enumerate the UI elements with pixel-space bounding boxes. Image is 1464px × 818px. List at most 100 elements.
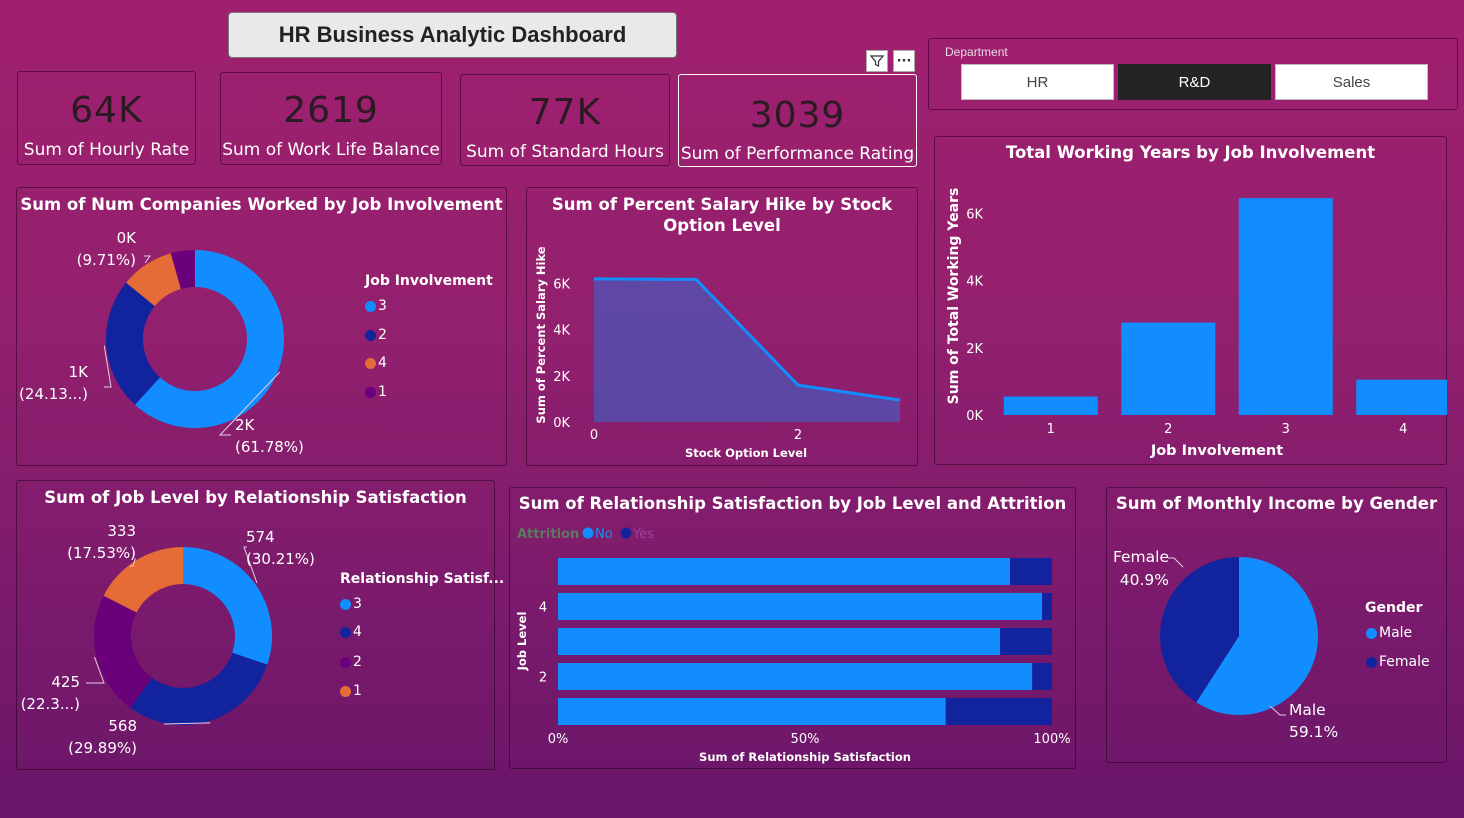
x-tick-label: 4 [1399,422,1407,437]
legend-label: 2 [378,327,387,343]
y-axis-label: Sum of Percent Salary Hike [534,246,548,423]
bar-chart-working-years: 0K 2K 4K 6K 1 2 3 4 Job Involvement Sum of Total … [946,188,1447,459]
kpi-card-work-life-balance[interactable]: 2619 Sum of Work Life Balance [220,72,442,165]
y-tick-label: 2K [966,342,983,357]
y-tick-label: 4K [966,275,983,290]
donut-chart-job-involvement: 2K (61.78%) 1K (24.13...) 0K (9.71%) [19,229,304,456]
legend-item[interactable]: 2 [365,327,387,343]
kpi-card-performance-rating[interactable]: 3039 Sum of Performance Rating [678,74,917,167]
data-label-pct: (9.71%) [77,251,136,269]
y-tick-label: 0K [553,416,570,431]
x-tick-label: 0 [590,428,598,443]
x-tick-label: 1 [1047,422,1055,437]
y-axis-label: Sum of Total Working Years [946,188,962,405]
filter-icon[interactable] [866,50,888,72]
kpi-label: Sum of Performance Rating [680,144,915,164]
data-label: 1K [69,363,90,381]
x-tick-label: 3 [1282,422,1290,437]
dashboard-title: HR Business Analytic Dashboard [228,12,677,58]
legend-label: 1 [353,683,362,699]
bar-3 [1238,198,1333,415]
y-tick-label: 6K [966,207,983,222]
slicer-option-rnd[interactable]: R&D [1118,64,1271,100]
legend-item[interactable]: 2 [340,654,362,670]
legend-dot-yes [620,527,632,539]
bar-yes-level-3 [1000,628,1052,655]
y-tick-label: 2 [539,671,547,686]
legend-label: Male [1379,625,1413,641]
data-label-pct: 59.1% [1289,723,1338,741]
legend-label: Female [1379,654,1430,670]
legend-item[interactable]: 3 [340,596,362,612]
kpi-label: Sum of Work Life Balance [222,140,440,160]
bar-yes-level-5 [1010,558,1052,585]
legend-label: 2 [353,654,362,670]
legend-label-yes: Yes [632,527,654,542]
legend-item[interactable]: 1 [365,384,387,400]
y-tick-label: 4K [553,324,570,339]
more-options-icon[interactable]: ··· [893,50,915,72]
donut-chart-relationship: 574 (30.21%) 568 (29.89%) 425 (22.3...) 333 (17… [21,522,315,757]
data-label: 568 [108,717,137,735]
legend-item[interactable]: 4 [365,355,387,371]
bar-1 [1003,396,1098,415]
area-fill [594,278,900,422]
legend-title: Relationship Satisf... [340,571,505,587]
leader-line [1168,557,1184,568]
legend-label: 3 [378,298,387,314]
legend-dot-no [582,527,594,539]
y-tick-label: 2K [553,370,570,385]
legend-item[interactable]: Female [1366,654,1430,670]
kpi-value: 64K [70,90,143,131]
x-tick-label: 0% [548,732,569,747]
data-label-pct: (24.13...) [19,385,88,403]
kpi-card-standard-hours[interactable]: 77K Sum of Standard Hours [460,74,670,166]
bar-no-level-3 [558,628,1001,655]
legend-title: Job Involvement [365,273,493,289]
slicer-option-hr[interactable]: HR [961,64,1114,100]
legend-label: 3 [353,596,362,612]
bar-yes-level-2 [1032,663,1052,690]
legend-item[interactable]: 4 [340,624,362,640]
bar-no-level-1 [558,698,946,725]
bar-2 [1121,322,1216,415]
data-label-pct: (61.78%) [235,438,304,456]
slicer-title: Department [945,45,1008,59]
data-label: Male [1289,701,1326,719]
bar-yes-level-4 [1042,593,1052,620]
stacked-bar-chart-attrition: Attrition No Yes 4 2 0% 50% 100% Sum of Relation… [515,527,1071,764]
legend-item[interactable]: 1 [340,683,362,699]
x-tick-label: 50% [791,732,820,747]
slice-4 [130,652,268,725]
legend-label: 4 [353,624,362,640]
x-tick-label: 100% [1033,732,1070,747]
legend-item[interactable]: Male [1366,625,1412,641]
bar-no-level-4 [558,593,1043,620]
legend-item[interactable]: 3 [365,298,387,314]
x-axis-label: Stock Option Level [685,446,807,460]
bar-no-level-5 [558,558,1011,585]
legend-label: 1 [378,384,387,400]
legend-title: Gender [1365,600,1423,616]
x-axis-label: Sum of Relationship Satisfaction [699,750,911,764]
bar-4 [1356,379,1447,415]
data-label-pct: (30.21%) [246,550,315,568]
data-label: 2K [235,416,256,434]
y-tick-label: 4 [539,601,547,616]
bar-yes-level-1 [945,698,1052,725]
kpi-label: Sum of Standard Hours [466,142,664,162]
kpi-card-hourly-rate[interactable]: 64K Sum of Hourly Rate [17,71,196,165]
kpi-label: Sum of Hourly Rate [23,140,190,160]
x-tick-label: 2 [1164,422,1172,437]
data-label-pct: (29.89%) [68,739,137,757]
data-label: 425 [51,673,80,691]
x-axis-label: Job Involvement [1150,443,1283,459]
data-label: 0K [117,229,138,247]
legend-label-no: No [595,527,613,542]
y-tick-label: 6K [553,278,570,293]
data-label-pct: 40.9% [1120,571,1169,589]
slicer-option-sales[interactable]: Sales [1275,64,1428,100]
kpi-value: 2619 [283,90,379,131]
legend-title: Attrition [517,527,579,542]
data-label: 333 [107,522,136,540]
